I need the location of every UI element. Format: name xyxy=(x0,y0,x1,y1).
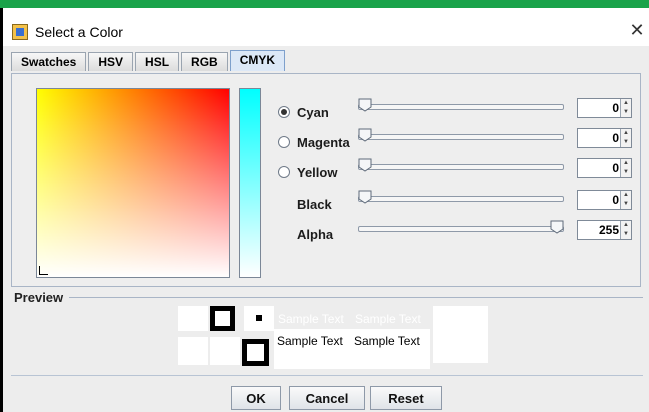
magenta-spinner[interactable]: 0 ▲ ▼ xyxy=(577,128,632,148)
cyan-increment-icon[interactable]: ▲ xyxy=(621,99,631,108)
window-top-accent xyxy=(0,0,649,8)
alpha-spinner[interactable]: 255 ▲ ▼ xyxy=(577,220,632,240)
yellow-decrement-icon[interactable]: ▼ xyxy=(621,168,631,177)
black-slider-track xyxy=(358,196,564,202)
cyan-decrement-icon[interactable]: ▼ xyxy=(621,108,631,117)
tab-hsv[interactable]: HSV xyxy=(88,52,134,71)
window-title: Select a Color xyxy=(35,24,123,40)
tab-bar: Swatches HSV HSL RGB CMYK xyxy=(11,50,287,72)
alpha-decrement-icon[interactable]: ▼ xyxy=(621,230,631,239)
alpha-value[interactable]: 255 xyxy=(599,223,619,237)
preview-swatch-4 xyxy=(210,337,240,365)
magenta-slider-thumb[interactable] xyxy=(358,128,372,142)
black-slider[interactable] xyxy=(358,190,564,210)
alpha-slider[interactable] xyxy=(358,220,564,240)
magenta-radio[interactable] xyxy=(278,136,290,148)
cyan-spinner-buttons: ▲ ▼ xyxy=(620,99,631,117)
black-spinner[interactable]: 0 ▲ ▼ xyxy=(577,190,632,210)
preview-frame-1 xyxy=(210,306,235,331)
buttons-divider xyxy=(11,375,643,376)
black-decrement-icon[interactable]: ▼ xyxy=(621,200,631,209)
cyan-value[interactable]: 0 xyxy=(612,101,619,115)
color-square-marker[interactable] xyxy=(39,266,48,275)
yellow-value[interactable]: 0 xyxy=(612,161,619,175)
tab-swatches[interactable]: Swatches xyxy=(11,52,87,71)
alpha-label: Alpha xyxy=(297,227,334,242)
magenta-decrement-icon[interactable]: ▼ xyxy=(621,138,631,147)
preview-sample-text-4: Sample Text xyxy=(354,334,420,348)
magenta-label: Magenta xyxy=(297,135,350,150)
cmyk-panel: Cyan Magenta Yellow Black Alpha 0 ▲ ▼ 0 … xyxy=(11,73,641,287)
preview-divider xyxy=(69,297,643,298)
yellow-spinner-buttons: ▲ ▼ xyxy=(620,159,631,177)
color-chooser-dialog: Select a Color ✕ Swatches HSV HSL RGB CM… xyxy=(3,8,649,412)
yellow-label: Yellow xyxy=(297,165,338,180)
preview-swatch-3 xyxy=(178,337,208,365)
magenta-slider-track xyxy=(358,134,564,140)
yellow-slider-thumb[interactable] xyxy=(358,158,372,172)
alpha-increment-icon[interactable]: ▲ xyxy=(621,221,631,230)
magenta-value[interactable]: 0 xyxy=(612,131,619,145)
yellow-increment-icon[interactable]: ▲ xyxy=(621,159,631,168)
ok-button[interactable]: OK xyxy=(231,386,281,410)
cyan-slider-track xyxy=(358,104,564,110)
preview-sample-text-3: Sample Text xyxy=(277,334,343,348)
java-app-icon xyxy=(12,24,28,40)
cyan-spinner[interactable]: 0 ▲ ▼ xyxy=(577,98,632,118)
cyan-strip-picker[interactable] xyxy=(239,88,261,278)
close-icon[interactable]: ✕ xyxy=(625,20,649,41)
preview-swatch-2 xyxy=(244,306,274,331)
black-value[interactable]: 0 xyxy=(612,193,619,207)
preview-sample-text-1: Sample Text xyxy=(278,312,344,326)
cyan-label: Cyan xyxy=(297,105,329,120)
yellow-slider[interactable] xyxy=(358,158,564,178)
preview-swatch-1 xyxy=(178,306,208,331)
tab-rgb[interactable]: RGB xyxy=(181,52,228,71)
black-spinner-buttons: ▲ ▼ xyxy=(620,191,631,209)
yellow-slider-track xyxy=(358,164,564,170)
black-slider-thumb[interactable] xyxy=(358,190,372,204)
color-square-picker[interactable] xyxy=(36,88,230,278)
tab-hsl[interactable]: HSL xyxy=(135,52,180,71)
tab-cmyk[interactable]: CMYK xyxy=(229,50,286,71)
cyan-radio[interactable] xyxy=(278,106,290,118)
magenta-increment-icon[interactable]: ▲ xyxy=(621,129,631,138)
preview-heading: Preview xyxy=(14,290,64,305)
yellow-radio[interactable] xyxy=(278,166,290,178)
preview-sample-box: Sample Text Sample Text xyxy=(274,329,430,369)
alpha-spinner-buttons: ▲ ▼ xyxy=(620,221,631,239)
cancel-button[interactable]: Cancel xyxy=(289,386,365,410)
black-label: Black xyxy=(297,197,332,212)
alpha-slider-track xyxy=(358,226,564,232)
preview-color-block xyxy=(433,306,488,363)
magenta-slider[interactable] xyxy=(358,128,564,148)
black-increment-icon[interactable]: ▲ xyxy=(621,191,631,200)
cyan-slider[interactable] xyxy=(358,98,564,118)
title-bar[interactable]: Select a Color ✕ xyxy=(3,8,649,46)
magenta-spinner-buttons: ▲ ▼ xyxy=(620,129,631,147)
preview-sample-text-2: Sample Text xyxy=(355,312,421,326)
preview-dot xyxy=(256,315,262,321)
cyan-slider-thumb[interactable] xyxy=(358,98,372,112)
alpha-slider-thumb[interactable] xyxy=(550,220,564,234)
yellow-spinner[interactable]: 0 ▲ ▼ xyxy=(577,158,632,178)
reset-button[interactable]: Reset xyxy=(370,386,442,410)
preview-frame-2 xyxy=(242,339,269,366)
